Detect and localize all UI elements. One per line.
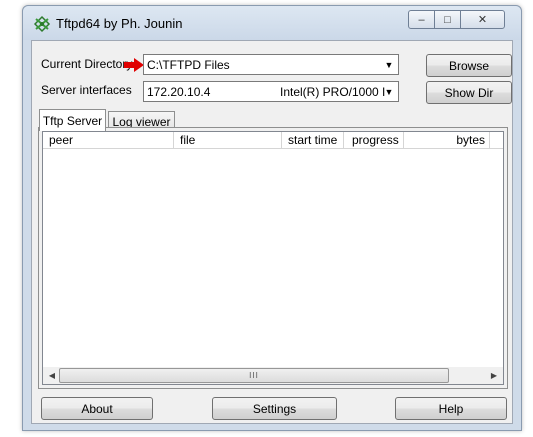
close-button[interactable]: ✕ [460,10,505,29]
maximize-icon: □ [444,13,451,26]
close-icon: ✕ [477,14,488,26]
minimize-icon: – [418,13,425,26]
tab-tftp-server[interactable]: Tftp Server [39,109,106,131]
chevron-down-icon[interactable]: ▼ [381,83,397,100]
about-button[interactable]: About [41,397,153,420]
column-header-peer[interactable]: peer [43,132,174,149]
grip-icon: III [249,371,259,380]
app-window: Tftpd64 by Ph. Jounin – □ ✕ Current Dire… [22,5,522,431]
current-directory-combo[interactable]: C:\TFTPD Files ▼ [143,54,399,75]
tftp-server-panel: peer file start time progress bytes ◀ II… [38,127,508,389]
red-arrow-icon [124,58,144,72]
main-panel: Current Directory C:\TFTPD Files ▼ Brows… [31,40,513,424]
scroll-right-icon[interactable]: ▶ [487,369,501,382]
scroll-left-icon[interactable]: ◀ [45,369,59,382]
app-network-icon [33,15,51,33]
column-header-progress[interactable]: progress [344,132,404,149]
title-bar[interactable]: Tftpd64 by Ph. Jounin – □ ✕ [23,6,521,40]
column-header-file[interactable]: file [174,132,282,149]
server-interface-adapter: Intel(R) PRO/1000 I [280,85,386,99]
show-dir-button[interactable]: Show Dir [426,81,512,104]
transfers-list[interactable]: peer file start time progress bytes ◀ II… [42,131,504,385]
chevron-down-icon[interactable]: ▼ [381,56,397,73]
server-interface-ip: 172.20.10.4 [147,85,211,99]
help-button[interactable]: Help [395,397,507,420]
server-interfaces-label: Server interfaces [41,83,132,97]
current-directory-value: C:\TFTPD Files [147,58,230,72]
browse-button[interactable]: Browse [426,54,512,77]
column-header-bytes[interactable]: bytes [404,132,490,149]
maximize-button[interactable]: □ [434,10,461,29]
settings-button[interactable]: Settings [212,397,337,420]
server-interfaces-combo[interactable]: 172.20.10.4 Intel(R) PRO/1000 I ▼ [143,81,399,102]
horizontal-scrollbar[interactable]: ◀ III ▶ [43,367,503,384]
minimize-button[interactable]: – [408,10,435,29]
scroll-thumb[interactable]: III [59,368,449,383]
column-header-filler [490,132,503,149]
window-title: Tftpd64 by Ph. Jounin [56,16,183,31]
current-directory-label: Current Directory [41,57,133,71]
column-header-start-time[interactable]: start time [282,132,344,149]
